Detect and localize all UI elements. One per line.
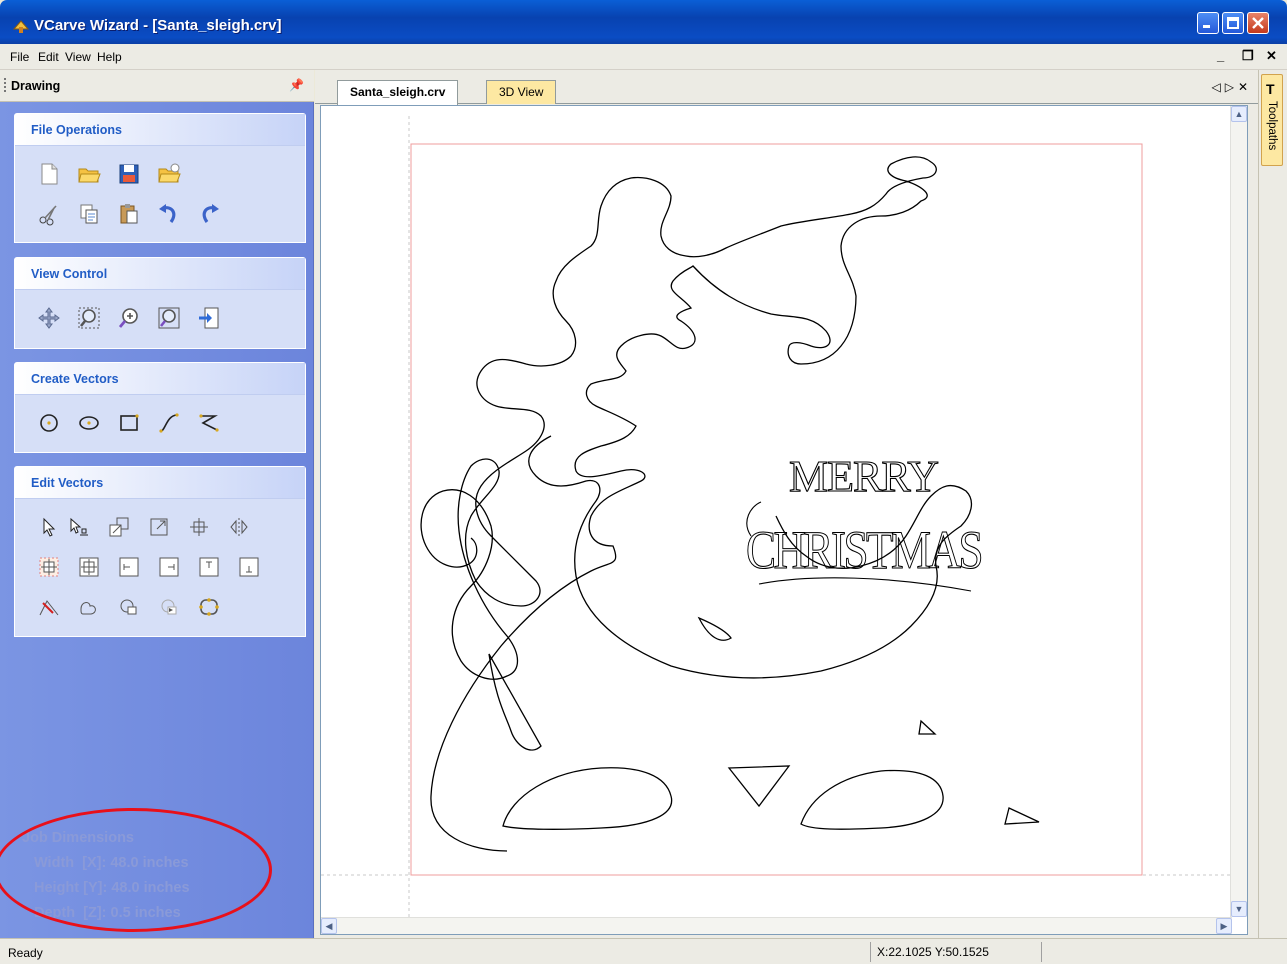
align-left-icon[interactable] — [117, 555, 141, 579]
status-text: Ready — [8, 946, 43, 960]
edit-vectors-group: Edit Vectors — [14, 466, 306, 637]
maximize-icon — [1227, 17, 1239, 29]
santa-sleigh-outline — [420, 156, 937, 852]
group-title[interactable]: Edit Vectors — [15, 467, 305, 499]
align-right-icon[interactable] — [157, 555, 181, 579]
panel-header: Drawing 📌 — [0, 70, 314, 102]
annotation-circle — [0, 808, 272, 932]
merry-christmas-artwork: MERRY CHRISTMAS — [745, 451, 985, 592]
open-recent-icon[interactable] — [157, 162, 181, 186]
scroll-up-button[interactable]: ▲ — [1231, 106, 1247, 122]
drawing-panel: Drawing 📌 File Operations View Control C… — [0, 70, 314, 938]
cut-icon[interactable] — [37, 202, 61, 226]
app-icon — [12, 20, 30, 33]
material-boundary — [410, 143, 1143, 876]
open-folder-icon[interactable] — [77, 162, 101, 186]
circle-icon[interactable] — [37, 411, 61, 435]
maximize-button[interactable] — [1222, 12, 1244, 34]
cursor-coordinates: X:22.1025 Y:50.1525 — [870, 942, 1042, 962]
scroll-left-button[interactable]: ◀ — [321, 918, 337, 934]
resize-icon[interactable] — [147, 515, 171, 539]
align-bottom-icon[interactable] — [237, 555, 261, 579]
zoom-in-icon[interactable] — [117, 306, 141, 330]
runner-triangle — [727, 765, 791, 808]
notch-shape — [697, 616, 732, 641]
zoom-all-icon[interactable] — [157, 306, 181, 330]
tab-3d-view[interactable]: 3D View — [486, 80, 557, 104]
menu-bar: File Edit View Help _ ❐ ✕ — [0, 44, 1287, 70]
minimize-button[interactable] — [1197, 12, 1219, 34]
right-dock: T Toolpaths — [1258, 70, 1287, 938]
move-icon[interactable] — [187, 515, 211, 539]
drawing-canvas[interactable]: MERRY CHRISTMAS ▲ ▼ ◀ ▶ — [320, 105, 1248, 935]
import-icon[interactable] — [197, 306, 221, 330]
toolpaths-label: Toolpaths — [1266, 101, 1278, 151]
intersect-icon[interactable] — [157, 595, 181, 619]
tab-navigation[interactable]: ◁▷✕ — [1211, 80, 1252, 94]
minimize-icon — [1203, 25, 1210, 28]
group-title[interactable]: View Control — [15, 258, 305, 290]
left-scroll — [488, 653, 542, 751]
horizontal-scrollbar[interactable]: ◀ ▶ — [321, 917, 1232, 934]
scroll-down-button[interactable]: ▼ — [1231, 901, 1247, 917]
artwork-text-merry: MERRY — [789, 452, 938, 501]
runner-cutout-right — [800, 769, 944, 830]
undo-icon[interactable] — [157, 202, 181, 226]
paste-icon[interactable] — [117, 202, 141, 226]
align-top-icon[interactable] — [197, 555, 221, 579]
panel-title: Drawing — [11, 79, 61, 93]
menu-help[interactable]: Help — [97, 50, 122, 64]
align-center-icon[interactable] — [37, 555, 61, 579]
mdi-close-button[interactable]: ✕ — [1266, 48, 1277, 64]
close-icon — [1252, 17, 1264, 29]
rectangle-icon[interactable] — [117, 411, 141, 435]
document-tabs: Santa_sleigh.crv 3D View ◁▷✕ — [315, 70, 1258, 105]
small-triangle-mid — [918, 719, 937, 735]
document-area: Santa_sleigh.crv 3D View ◁▷✕ MERRY CHRIS… — [315, 70, 1258, 938]
grip-icon[interactable] — [4, 78, 7, 92]
group-title[interactable]: File Operations — [15, 114, 305, 146]
title-bar: VCarve Wizard - [Santa_sleigh.crv] — [0, 0, 1287, 44]
menu-file[interactable]: File — [10, 50, 29, 64]
menu-edit[interactable]: Edit — [38, 50, 59, 64]
tab-santa-sleigh[interactable]: Santa_sleigh.crv — [337, 80, 459, 105]
toolpaths-icon: T — [1266, 81, 1275, 97]
status-bar: Ready X:22.1025 Y:50.1525 — [0, 938, 1287, 964]
join-icon[interactable] — [197, 595, 221, 619]
drawing-view[interactable]: MERRY CHRISTMAS — [321, 106, 1232, 917]
mirror-icon[interactable] — [227, 515, 251, 539]
copy-icon[interactable] — [77, 202, 101, 226]
window-title: VCarve Wizard - [Santa_sleigh.crv] — [34, 17, 282, 34]
file-operations-group: File Operations — [14, 113, 306, 243]
mdi-restore-button[interactable]: ❐ — [1242, 48, 1254, 64]
ellipse-icon[interactable] — [77, 411, 101, 435]
scroll-right-button[interactable]: ▶ — [1216, 918, 1232, 934]
close-button[interactable] — [1247, 12, 1269, 34]
redo-icon[interactable] — [197, 202, 221, 226]
curve-icon[interactable] — [157, 411, 181, 435]
trim-icon[interactable] — [37, 595, 61, 619]
vertical-scrollbar[interactable]: ▲ ▼ — [1230, 106, 1247, 917]
save-icon[interactable] — [117, 162, 141, 186]
zoom-box-icon[interactable] — [77, 306, 101, 330]
runner-small-triangle — [1004, 807, 1040, 825]
new-file-icon[interactable] — [37, 162, 61, 186]
center-in-material-icon[interactable] — [77, 555, 101, 579]
view-control-group: View Control — [14, 257, 306, 349]
node-edit-icon[interactable] — [67, 515, 91, 539]
scale-icon[interactable] — [107, 515, 131, 539]
group-title[interactable]: Create Vectors — [15, 363, 305, 395]
pan-icon[interactable] — [37, 306, 61, 330]
artwork-text-christmas: CHRISTMAS — [746, 520, 981, 580]
subtract-icon[interactable] — [117, 595, 141, 619]
runner-cutout-left — [502, 767, 673, 830]
select-icon[interactable] — [37, 515, 61, 539]
mdi-minimize-button[interactable]: _ — [1217, 48, 1224, 63]
weld-icon[interactable] — [77, 595, 101, 619]
menu-view[interactable]: View — [65, 50, 91, 64]
create-vectors-group: Create Vectors — [14, 362, 306, 453]
polyline-icon[interactable] — [197, 411, 221, 435]
toolpaths-tab[interactable]: T Toolpaths — [1261, 74, 1283, 166]
pin-icon[interactable]: 📌 — [289, 78, 304, 92]
